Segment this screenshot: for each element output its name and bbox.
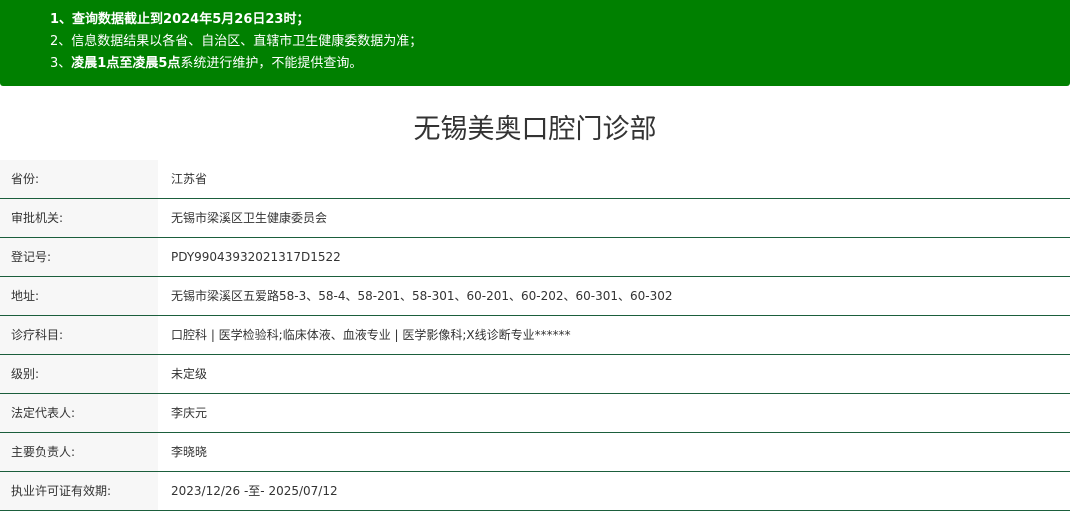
notice-line-3: 3、凌晨1点至凌晨5点系统进行维护，不能提供查询。 — [50, 53, 362, 75]
row-label-departments: 诊疗科目: — [0, 316, 158, 354]
row-value-address: 无锡市梁溪区五爱路58-3、58-4、58-201、58-301、60-201、… — [171, 289, 673, 303]
row-value-approval-authority: 无锡市梁溪区卫生健康委员会 — [171, 211, 328, 225]
notice-line-1: 1、查询数据截止到2024年5月26日23时； — [50, 12, 310, 27]
row-value-level: 未定级 — [171, 367, 208, 381]
table-row: 省份: 江苏省 — [0, 160, 1070, 199]
info-table: 省份: 江苏省 审批机关: 无锡市梁溪区卫生健康委员会 登记号: PDY9904… — [0, 160, 1070, 511]
row-label-approval-authority: 审批机关: — [0, 199, 158, 237]
row-label-principal-in-charge: 主要负责人: — [0, 433, 158, 471]
row-label-license-validity: 执业许可证有效期: — [0, 472, 158, 510]
notice-line-3-bold: 凌晨1点至凌晨5点 — [71, 56, 181, 71]
row-value-principal-in-charge: 李晓晓 — [171, 445, 208, 459]
table-row: 执业许可证有效期: 2023/12/26 -至- 2025/07/12 — [0, 472, 1070, 511]
notice-banner: 1、查询数据截止到2024年5月26日23时； 2、信息数据结果以各省、自治区、… — [0, 0, 1070, 86]
row-label-registration-number: 登记号: — [0, 238, 158, 276]
row-value-license-validity: 2023/12/26 -至- 2025/07/12 — [171, 484, 338, 498]
table-row: 主要负责人: 李晓晓 — [0, 433, 1070, 472]
row-value-registration-number: PDY99043932021317D1522 — [171, 250, 341, 264]
row-label-province: 省份: — [0, 160, 158, 198]
row-label-address: 地址: — [0, 277, 158, 315]
table-row: 级别: 未定级 — [0, 355, 1070, 394]
table-row: 法定代表人: 李庆元 — [0, 394, 1070, 433]
table-row: 地址: 无锡市梁溪区五爱路58-3、58-4、58-201、58-301、60-… — [0, 277, 1070, 316]
row-label-level: 级别: — [0, 355, 158, 393]
row-label-legal-representative: 法定代表人: — [0, 394, 158, 432]
notice-line-3-suffix: 系统进行维护，不能提供查询。 — [180, 56, 363, 71]
row-value-legal-representative: 李庆元 — [171, 406, 208, 420]
notice-line-2: 2、信息数据结果以各省、自治区、直辖市卫生健康委数据为准； — [50, 34, 423, 49]
table-row: 登记号: PDY99043932021317D1522 — [0, 238, 1070, 277]
table-row: 审批机关: 无锡市梁溪区卫生健康委员会 — [0, 199, 1070, 238]
notice-line-3-prefix: 3、 — [50, 56, 72, 71]
row-value-departments: 口腔科 | 医学检验科;临床体液、血液专业 | 医学影像科;X线诊断专业****… — [171, 328, 571, 342]
row-value-province: 江苏省 — [171, 172, 208, 186]
page-title: 无锡美奥口腔门诊部 — [413, 114, 657, 145]
table-row: 诊疗科目: 口腔科 | 医学检验科;临床体液、血液专业 | 医学影像科;X线诊断… — [0, 316, 1070, 355]
